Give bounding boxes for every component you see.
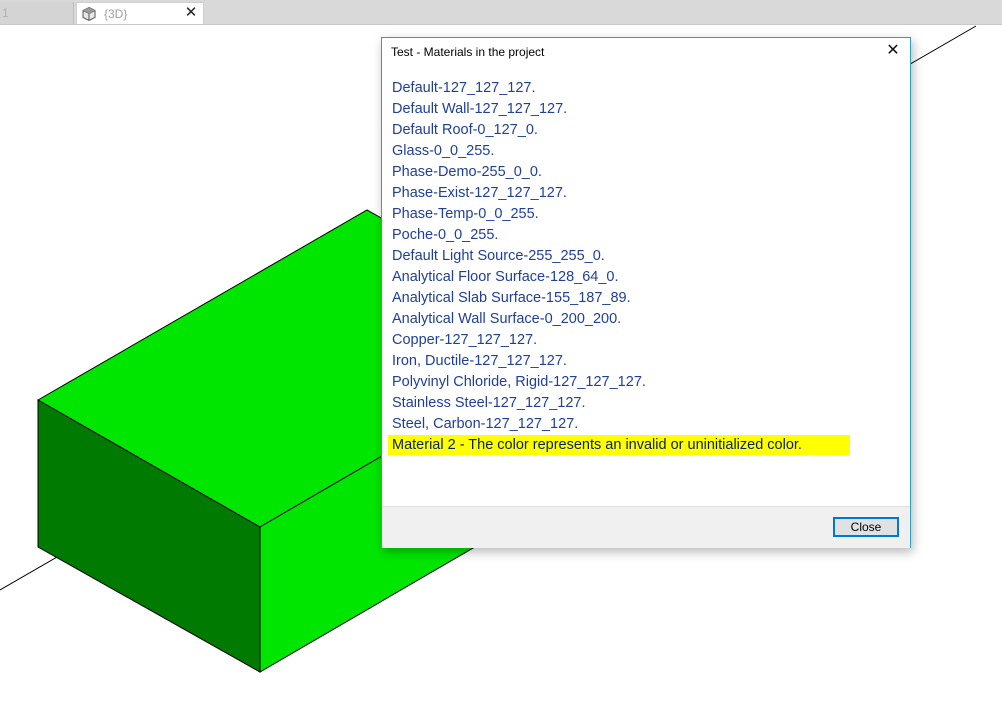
list-item: Poche-0_0_255. [392,227,499,243]
list-item: Iron, Ductile-127_127_127. [392,353,567,369]
list-item: Polyvinyl Chloride, Rigid-127_127_127. [392,374,646,390]
3d-view-cube-icon [81,6,97,22]
tab-label: 1 [2,6,9,20]
materials-dialog: Test - Materials in the project ✕ Defaul… [381,37,911,548]
list-item: Analytical Floor Surface-128_64_0. [392,269,619,285]
list-item: Default Roof-0_127_0. [392,122,538,138]
revit-window: 1 {3D} ✕ Test - Materials in the project… [0,0,1002,728]
list-item: Phase-Temp-0_0_255. [392,206,539,222]
close-button[interactable]: Close [833,517,899,537]
list-item-highlighted: Material 2 - The color represents an inv… [382,435,910,456]
list-item: Analytical Slab Surface-155_187_89. [392,290,631,306]
list-item: Phase-Exist-127_127_127. [392,185,567,201]
list-item: Steel, Carbon-127_127_127. [392,416,579,432]
dialog-footer: Close [382,506,910,548]
tab-3d-view[interactable]: {3D} ✕ [76,2,204,24]
view-tab-strip: 1 {3D} ✕ [0,0,1002,25]
list-item: Default-127_127_127. [392,80,536,96]
list-item: Phase-Demo-255_0_0. [392,164,542,180]
list-item: Analytical Wall Surface-0_200_200. [392,311,622,327]
materials-list: Default-127_127_127. Default Wall-127_12… [382,78,910,456]
dialog-titlebar[interactable]: Test - Materials in the project ✕ [382,38,910,66]
list-item: Default Light Source-255_255_0. [392,248,605,264]
list-item: Default Wall-127_127_127. [392,101,568,117]
tab-view-1[interactable]: 1 [0,2,74,24]
dialog-title: Test - Materials in the project [391,45,545,59]
tab-label: {3D} [104,7,128,21]
close-icon[interactable]: ✕ [183,5,199,21]
list-item: Copper-127_127_127. [392,332,538,348]
list-item: Glass-0_0_255. [392,143,495,159]
list-item: Stainless Steel-127_127_127. [392,395,586,411]
close-icon[interactable]: ✕ [884,42,902,60]
